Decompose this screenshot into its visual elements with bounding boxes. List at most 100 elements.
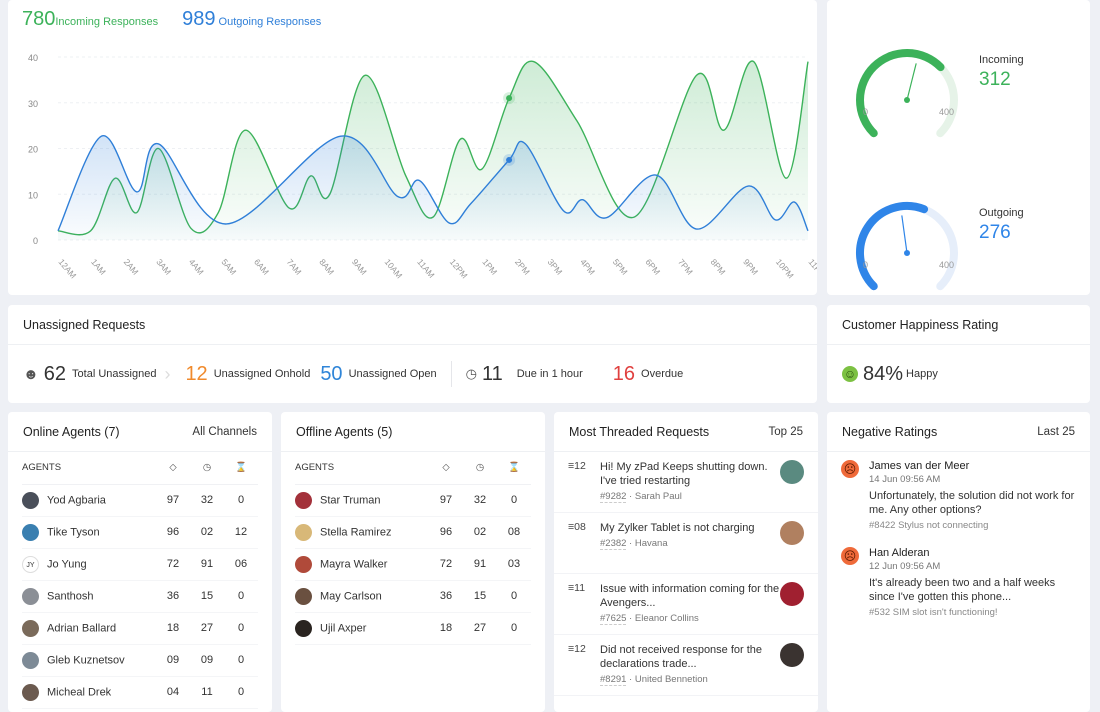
ticket-id[interactable]: #532 bbox=[869, 607, 890, 618]
y-tick-label: 0 bbox=[33, 236, 38, 246]
avatar bbox=[22, 619, 39, 637]
agent-name: Yod Agbaria bbox=[47, 493, 106, 506]
agent-row[interactable]: Stella Ramirez 96 02 08 bbox=[295, 516, 531, 549]
table-header: AGENTS ◇ ◷ ⌛ bbox=[22, 452, 258, 485]
negative-rating-item[interactable]: ☹ James van der Meer 14 Jun 09:56 AM Unfort… bbox=[827, 452, 1090, 539]
tickets-value: 36 bbox=[429, 580, 463, 613]
agent-name: Ujil Axper bbox=[320, 621, 367, 634]
y-tick-label: 30 bbox=[28, 99, 38, 109]
avatar bbox=[295, 523, 312, 541]
pending-value: 03 bbox=[497, 548, 531, 581]
hourglass-icon[interactable]: ⌛ bbox=[224, 452, 258, 485]
threaded-request-item[interactable]: ≡08 My Zylker Tablet is not charging #2382… bbox=[554, 513, 818, 574]
avatar bbox=[295, 587, 312, 605]
pending-value: 12 bbox=[224, 516, 258, 549]
agent-row[interactable]: Gleb Kuznetsov 09 09 0 bbox=[22, 644, 258, 677]
gauges: 0 400 Incoming 312 0 400 Outgoing 276 bbox=[856, 49, 1024, 291]
responses-area-chart[interactable]: 0 10 20 30 40 12AM 1AM 2AM 3AM 4AM 5AM 6AM 7AM 8AM 9AM… bbox=[8, 0, 817, 295]
happiness-card: Customer Happiness Rating ☺ 84% Happy bbox=[827, 305, 1090, 403]
pending-value: 0 bbox=[224, 484, 258, 517]
request-subject: Hi! My zPad Keeps shutting down. I've tr… bbox=[600, 461, 768, 487]
x-tick-label: 2AM bbox=[122, 257, 141, 277]
clock-icon[interactable]: ◷ bbox=[463, 452, 497, 485]
ticket-id[interactable]: #8291 bbox=[600, 674, 627, 686]
channel-filter[interactable]: All Channels bbox=[192, 426, 257, 438]
total-unassigned-count[interactable]: 62 bbox=[44, 363, 66, 386]
avatar bbox=[295, 491, 312, 509]
x-tick-label: 4PM bbox=[578, 257, 597, 277]
threaded-request-item[interactable]: ≡12 Did not received response for the dec… bbox=[554, 635, 818, 696]
ticket-id[interactable]: #2382 bbox=[600, 538, 627, 550]
contact-avatar bbox=[780, 521, 804, 545]
avatar bbox=[295, 555, 312, 573]
tickets-value: 96 bbox=[156, 516, 190, 549]
due-count[interactable]: 11 bbox=[482, 363, 503, 386]
top-filter[interactable]: Top 25 bbox=[768, 426, 803, 438]
smiley-icon: ☺ bbox=[842, 366, 858, 382]
time-value: 15 bbox=[190, 580, 224, 613]
last-filter[interactable]: Last 25 bbox=[1037, 426, 1075, 438]
request-subject: Issue with information coming for the Av… bbox=[600, 583, 780, 609]
agent-row[interactable]: May Carlson 36 15 0 bbox=[295, 580, 531, 613]
time-value: 02 bbox=[190, 516, 224, 549]
rating-comment: It's already been two and a half weeks s… bbox=[869, 577, 1056, 603]
overdue-count[interactable]: 16 bbox=[613, 363, 635, 386]
pending-value: 0 bbox=[497, 612, 531, 645]
hover-marker bbox=[506, 95, 513, 102]
agent-name: Gleb Kuznetsov bbox=[47, 653, 125, 666]
gauge-min-label: 0 bbox=[863, 107, 868, 117]
tickets-value: 96 bbox=[429, 516, 463, 549]
gauge-needle-hub bbox=[904, 250, 910, 256]
gauge-label: Outgoing bbox=[979, 207, 1024, 219]
tickets-value: 97 bbox=[429, 484, 463, 517]
onhold-count[interactable]: 12 bbox=[185, 363, 207, 386]
hourglass-icon[interactable]: ⌛ bbox=[497, 452, 531, 485]
customer-name: James van der Meer bbox=[869, 460, 970, 472]
y-tick-label: 40 bbox=[28, 53, 38, 63]
x-tick-label: 12AM bbox=[56, 257, 78, 280]
agent-row[interactable]: Yod Agbaria 97 32 0 bbox=[22, 484, 258, 517]
agent-row[interactable]: Tike Tyson 96 02 12 bbox=[22, 516, 258, 549]
ticket-icon[interactable]: ◇ bbox=[156, 452, 190, 485]
request-subject: My Zylker Tablet is not charging bbox=[600, 522, 755, 534]
negative-rating-item[interactable]: ☹ Han Alderan 12 Jun 09:56 AM It's already … bbox=[827, 539, 1090, 626]
pending-value: 06 bbox=[224, 548, 258, 581]
time-value: 91 bbox=[190, 548, 224, 581]
pending-value: 0 bbox=[497, 580, 531, 613]
avatar bbox=[22, 523, 39, 541]
time-value: 32 bbox=[463, 484, 497, 517]
ticket-icon[interactable]: ◇ bbox=[429, 452, 463, 485]
ticket-id[interactable]: #8422 bbox=[869, 520, 895, 531]
x-tick-label: 6AM bbox=[252, 257, 271, 277]
clock-icon[interactable]: ◷ bbox=[190, 452, 224, 485]
ticket-id[interactable]: #7625 bbox=[600, 613, 627, 625]
thread-count: 08 bbox=[574, 521, 586, 533]
card-title: Negative Ratings bbox=[842, 424, 938, 439]
threaded-request-item[interactable]: ≡12 Hi! My zPad Keeps shutting down. I've… bbox=[554, 452, 818, 513]
happiness-label: Happy bbox=[906, 368, 938, 380]
card-title: Unassigned Requests bbox=[23, 317, 146, 332]
agent-row[interactable]: Adrian Ballard 18 27 0 bbox=[22, 612, 258, 645]
open-count[interactable]: 50 bbox=[320, 363, 342, 386]
agent-row[interactable]: JY Jo Yung 72 91 06 bbox=[22, 548, 258, 581]
agent-row[interactable]: Star Truman 97 32 0 bbox=[295, 484, 531, 517]
agent-row[interactable]: Ujil Axper 18 27 0 bbox=[295, 612, 531, 645]
happiness-value: 84% bbox=[863, 362, 904, 385]
x-tick-label: 10PM bbox=[774, 257, 796, 280]
tickets-value: 72 bbox=[429, 548, 463, 581]
gauge-needle bbox=[901, 215, 908, 254]
ticket-id[interactable]: #9282 bbox=[600, 491, 627, 503]
agent-name: Jo Yung bbox=[47, 557, 87, 570]
x-tick-label: 7AM bbox=[285, 257, 304, 277]
threaded-request-item[interactable]: ≡11 Issue with information coming for the… bbox=[554, 574, 818, 635]
agent-name: Stella Ramirez bbox=[320, 525, 392, 538]
agent-row[interactable]: Santhosh 36 15 0 bbox=[22, 580, 258, 613]
avatar bbox=[22, 587, 39, 605]
agents-column-header: AGENTS bbox=[295, 452, 429, 485]
tickets-value: 72 bbox=[156, 548, 190, 581]
x-tick-label: 4AM bbox=[187, 257, 206, 277]
agent-row[interactable]: Mayra Walker 72 91 03 bbox=[295, 548, 531, 581]
x-tick-label: 6PM bbox=[643, 257, 662, 277]
agent-name: Adrian Ballard bbox=[47, 621, 117, 634]
agent-row[interactable]: Micheal Drek 04 11 0 bbox=[22, 676, 258, 709]
